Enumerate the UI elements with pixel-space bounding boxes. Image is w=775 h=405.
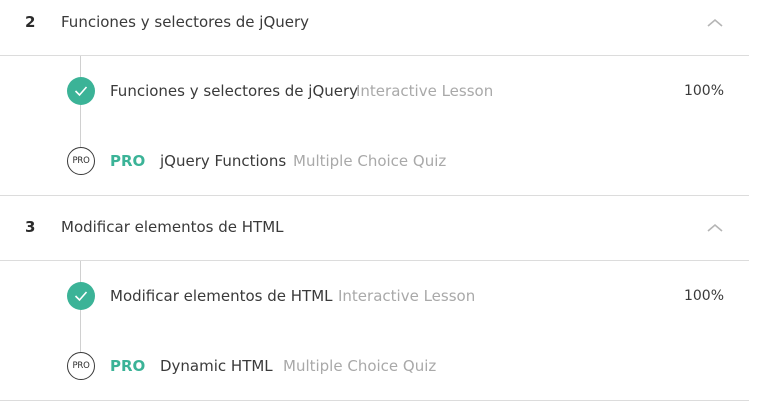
section-items-3: Modificar elementos de HTML Interactive … — [0, 261, 749, 401]
section-header-3[interactable]: 3 Modificar elementos de HTML — [0, 205, 749, 261]
pro-label: PRO — [110, 357, 146, 375]
quiz-type: Multiple Choice Quiz — [283, 357, 437, 375]
pro-badge-icon: PRO — [67, 352, 95, 380]
list-item-quiz[interactable]: PRO PRO jQuery Functions Multiple Choice… — [0, 146, 749, 176]
section-items-2: Funciones y selectores de jQuery Interac… — [0, 56, 749, 196]
lesson-type: Interactive Lesson — [338, 287, 476, 305]
lesson-title[interactable]: Funciones y selectores de jQuery — [110, 82, 358, 100]
quiz-title[interactable]: Dynamic HTML — [160, 357, 273, 375]
chevron-up-icon[interactable] — [706, 219, 724, 237]
list-item-quiz[interactable]: PRO PRO Dynamic HTML Multiple Choice Qui… — [0, 351, 749, 381]
progress-percent: 100% — [683, 288, 724, 304]
list-item-lesson[interactable]: Modificar elementos de HTML Interactive … — [0, 281, 749, 311]
check-icon — [67, 282, 95, 310]
section-number: 3 — [25, 218, 36, 236]
check-icon — [67, 77, 95, 105]
quiz-title[interactable]: jQuery Functions — [160, 152, 286, 170]
progress-percent: 100% — [683, 83, 724, 99]
pro-badge-icon: PRO — [67, 147, 95, 175]
quiz-type: Multiple Choice Quiz — [293, 152, 447, 170]
chevron-up-icon[interactable] — [706, 14, 724, 32]
pro-label: PRO — [110, 152, 146, 170]
section-number: 2 — [25, 13, 36, 31]
lesson-title[interactable]: Modificar elementos de HTML — [110, 287, 333, 305]
section-title: Funciones y selectores de jQuery — [61, 13, 310, 31]
section-header-2[interactable]: 2 Funciones y selectores de jQuery — [0, 0, 749, 56]
section-title: Modificar elementos de HTML — [61, 218, 284, 236]
lesson-type: Interactive Lesson — [356, 82, 494, 100]
list-item-lesson[interactable]: Funciones y selectores de jQuery Interac… — [0, 76, 749, 106]
